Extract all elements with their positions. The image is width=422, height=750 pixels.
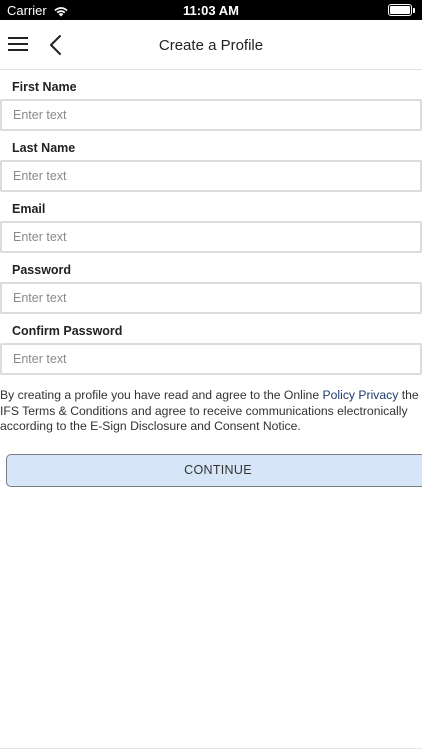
continue-button[interactable]: CONTINUE	[6, 454, 422, 487]
password-label: Password	[12, 263, 72, 277]
first-name-label: First Name	[12, 80, 77, 94]
confirm-password-input[interactable]	[0, 343, 422, 375]
last-name-field-group: Last Name	[0, 131, 422, 192]
email-field-group: Email	[0, 192, 422, 253]
status-bar: Carrier 11:03 AM	[0, 0, 422, 20]
nav-bar: Create a Profile	[0, 20, 422, 70]
status-time: 11:03 AM	[183, 3, 239, 18]
bottom-divider	[0, 748, 422, 749]
last-name-label: Last Name	[12, 141, 76, 155]
page-title: Create a Profile	[158, 37, 264, 54]
first-name-field-group: First Name	[0, 70, 422, 131]
battery-icon	[388, 4, 415, 16]
first-name-input[interactable]	[0, 99, 422, 131]
email-label: Email	[12, 202, 46, 216]
confirm-password-label: Confirm Password	[12, 324, 123, 338]
profile-form: First Name Last Name Email Password Conf…	[0, 70, 422, 375]
password-input[interactable]	[0, 282, 422, 314]
policy-privacy-link[interactable]: Policy Privacy	[323, 388, 399, 402]
confirm-password-field-group: Confirm Password	[0, 314, 422, 375]
last-name-input[interactable]	[0, 160, 422, 192]
consent-text: By creating a profile you have read and …	[0, 388, 422, 435]
consent-text-before: By creating a profile you have read and …	[0, 388, 323, 402]
password-field-group: Password	[0, 253, 422, 314]
email-input[interactable]	[0, 221, 422, 253]
